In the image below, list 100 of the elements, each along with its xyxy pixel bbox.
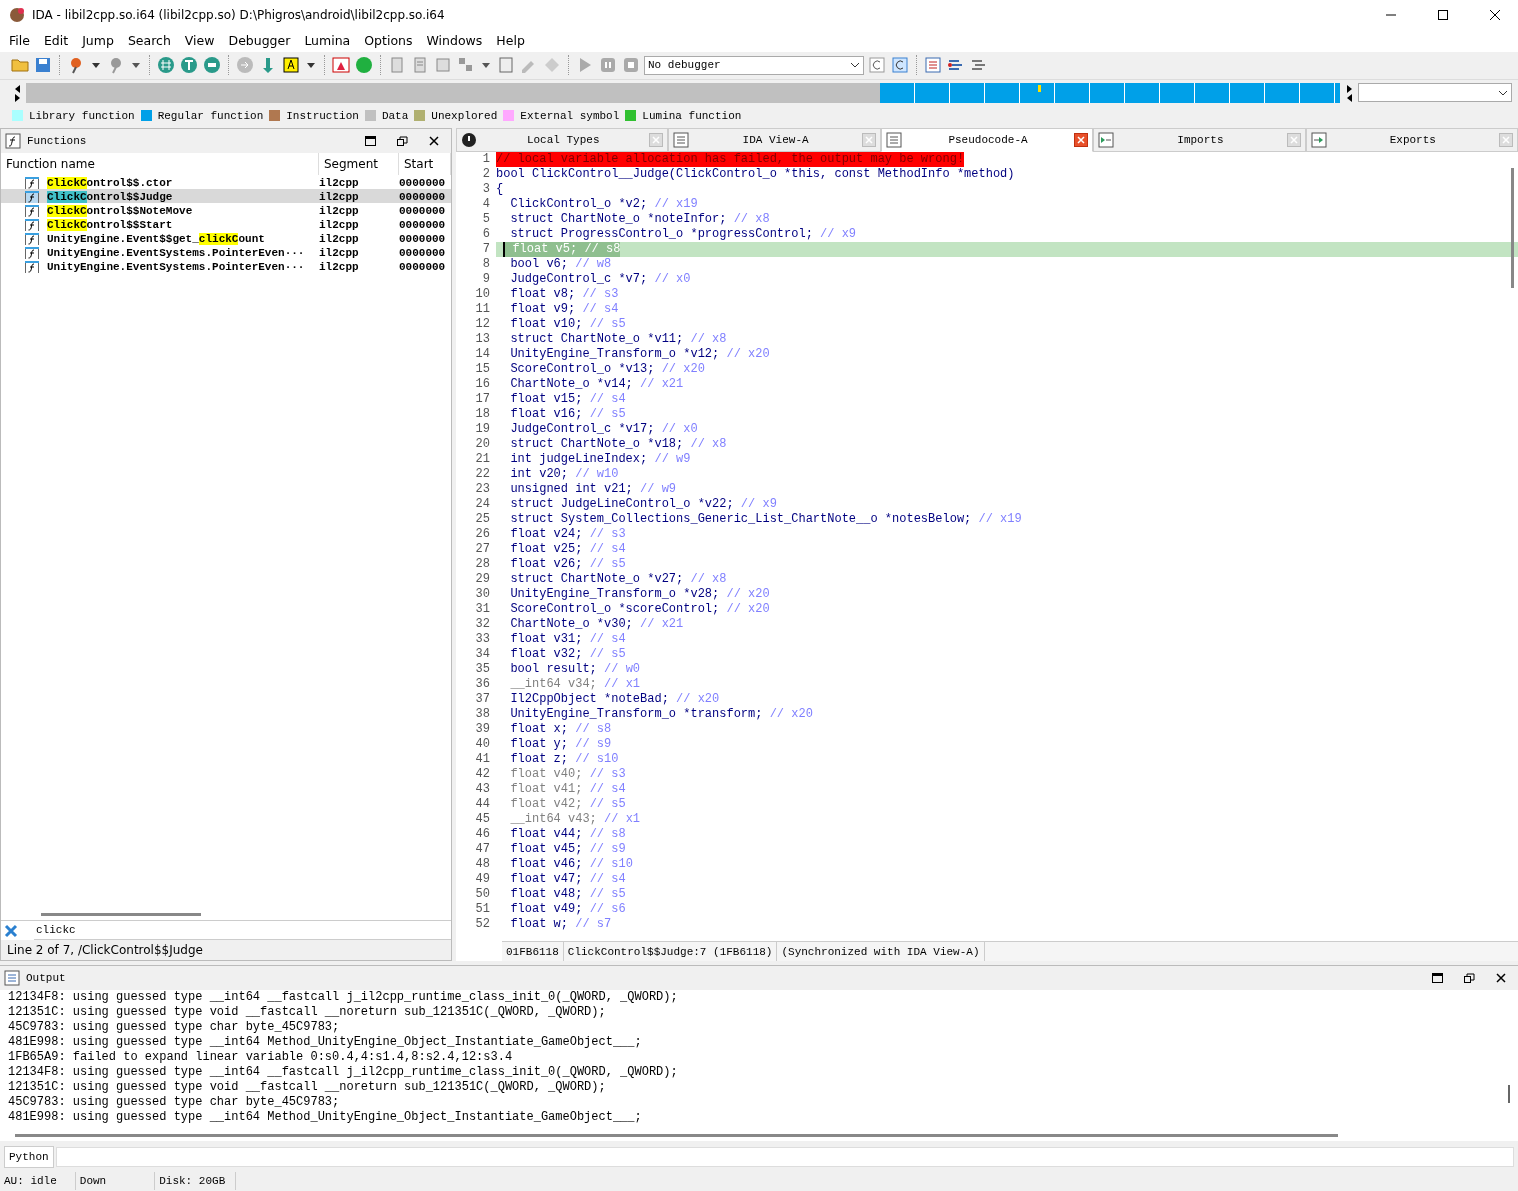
code-line: float x; // s8 — [509, 721, 612, 737]
sync-icon[interactable] — [890, 55, 910, 76]
code-line: float v48; // s5 — [509, 886, 626, 902]
scrollbar[interactable] — [1508, 1085, 1510, 1104]
tab[interactable]: IDA View-A — [668, 127, 881, 152]
close-icon[interactable] — [427, 133, 441, 148]
status-text: 01FB6118 — [502, 942, 564, 962]
code-line: bool v6; // w8 — [509, 256, 612, 272]
list-icon[interactable] — [923, 55, 943, 76]
restore-icon[interactable] — [395, 133, 409, 148]
segment-cell-text: il2cpp — [319, 231, 360, 245]
output-line: 481E998: using guessed type __int64 Method_UnityEngine_Object_Instantiate_GameObject___; — [8, 1035, 642, 1051]
code-line: bool ClickControl__Judge(ClickControl_o *this, const MethodInfo *method) — [496, 166, 1015, 182]
segment-cell-text: il2cpp — [319, 189, 360, 203]
output-line: 12134F8: using guessed type __int64 __fastcall j_il2cpp_runtime_class_init_0(_QWORD, _QWORD); — [8, 1065, 678, 1081]
menu-item[interactable]: Edit — [36, 31, 76, 51]
code-line: int judgeLineIndex; // w9 — [509, 451, 691, 467]
status-text: ClickControl$$Judge:7 (1FB6118) — [563, 942, 778, 962]
ball-icon[interactable] — [354, 55, 374, 76]
output-line: 1FB65A9: failed to expand linear variable 0:s0.4,4:s1.4,8:s2.4,12:s3.4 — [8, 1050, 513, 1066]
language-button[interactable]: Python — [4, 1145, 54, 1169]
start-cell-text: 0000000 — [399, 231, 447, 245]
code-line: float v31; // s4 — [509, 631, 626, 647]
debugger-dropdown[interactable]: No debugger — [644, 55, 864, 75]
status-text: Disk: 20GB — [155, 1172, 237, 1190]
code-line: float v42; // s5 — [509, 796, 626, 812]
scroll-arrows-icon[interactable] — [1344, 82, 1354, 103]
status-text: (Synchronized with IDA View-A) — [777, 942, 985, 962]
scrollbar[interactable] — [1511, 167, 1514, 288]
window-icon[interactable] — [331, 55, 351, 76]
code-line: float v41; // s4 — [509, 781, 626, 797]
hash-circle-icon[interactable] — [156, 55, 176, 76]
code-line: struct ProgressControl_o *progressControl; // x9 — [509, 226, 857, 242]
scrollbar[interactable] — [15, 1134, 1338, 1138]
function-icon — [25, 176, 39, 189]
code-line: float v40; // s3 — [509, 766, 626, 782]
column-header[interactable]: Function name — [1, 152, 319, 175]
code-line: { — [496, 181, 504, 197]
letter-box-icon[interactable] — [281, 55, 301, 76]
tab[interactable]: Pseudocode-A — [880, 127, 1094, 152]
column-header[interactable]: Segment — [319, 152, 399, 175]
column-header[interactable]: Start — [399, 152, 451, 175]
restore-icon[interactable] — [1462, 971, 1476, 986]
text-circle-icon[interactable] — [179, 55, 199, 76]
segment-cell-text: il2cpp — [319, 217, 360, 231]
function-name: ClickControl$$NoteMove — [47, 204, 193, 217]
code-line: JudgeControl_c *v7; // x0 — [509, 271, 691, 287]
start-cell-text: 0000000 — [399, 245, 447, 259]
legend-label: External symbol — [520, 108, 620, 124]
code-line: ScoreControl_o *v13; // x20 — [509, 361, 705, 377]
code-line: float v15; // s4 — [509, 391, 626, 407]
menu-item[interactable]: Options — [357, 31, 420, 51]
scroll-arrows-icon[interactable] — [12, 82, 22, 103]
sync-icon[interactable] — [867, 55, 887, 76]
code-line: float v47; // s4 — [509, 871, 626, 887]
chevron-icon — [850, 61, 860, 70]
function-name: UnityEngine.EventSystems.PointerEven··· — [47, 260, 305, 273]
code-line: ClickControl_o *v2; // x19 — [509, 196, 698, 212]
function-name: ClickControl$$Start — [47, 218, 173, 231]
tab[interactable]: Exports — [1305, 127, 1518, 152]
code-line: float v16; // s5 — [509, 406, 626, 422]
segment-cell-text: il2cpp — [319, 245, 360, 259]
menu-item[interactable]: Lumina — [297, 31, 358, 51]
tab[interactable]: Imports — [1093, 127, 1306, 152]
function-row[interactable]: ClickControl$$Judge il2cpp 0000000 — [1, 188, 451, 203]
legend-label: Instruction — [286, 108, 359, 124]
minimize-icon — [1386, 14, 1396, 16]
code-line: UnityEngine_Transform_o *transform; // x20 — [509, 706, 813, 722]
output-line: 121351C: using guessed type void __fastcall __noreturn sub_121351C(_QWORD, _QWORD); — [8, 1005, 606, 1021]
function-icon — [25, 190, 39, 203]
code-line: ChartNote_o *v14; // x21 — [509, 376, 684, 392]
output-line: 45C9783: using guessed type char byte_45C9783; — [8, 1020, 340, 1036]
function-row[interactable]: UnityEngine.EventSystems.PointerEven··· il2cpp 0000000 — [1, 258, 451, 273]
status-text: AU: idle — [0, 1172, 76, 1190]
code-line: UnityEngine_Transform_o *v12; // x20 — [509, 346, 770, 362]
code-line: float v49; // s6 — [509, 901, 626, 917]
command-field[interactable] — [55, 1147, 1514, 1168]
menu-item[interactable]: Windows — [419, 31, 490, 51]
code-line: struct ChartNote_o *v27; // x8 — [509, 571, 727, 587]
code-line: struct System_Collections_Generic_List_ChartNote__o *notesBelow; // x19 — [509, 511, 1022, 527]
menu-item[interactable]: View — [177, 31, 222, 51]
menu-item[interactable]: Debugger — [221, 31, 298, 51]
function-row[interactable]: ClickControl$$NoteMove il2cpp 0000000 — [1, 202, 451, 217]
scrollbar[interactable] — [41, 913, 201, 917]
tab[interactable]: Local Types — [456, 127, 669, 152]
menu-item[interactable]: Help — [489, 31, 532, 51]
menu-item[interactable]: Jump — [75, 31, 121, 51]
code-line: struct ChartNote_o *v11; // x8 — [509, 331, 727, 347]
chevron-icon — [1498, 88, 1508, 97]
menu-item[interactable]: File — [2, 31, 37, 51]
maximize-icon[interactable] — [1430, 971, 1444, 986]
function-icon — [25, 246, 39, 259]
tab-icon — [673, 131, 690, 148]
code-line: float v45; // s9 — [509, 841, 626, 857]
maximize-icon[interactable] — [363, 133, 377, 148]
output-line: 121351C: using guessed type void __fastcall __noreturn sub_121351C(_QWORD, _QWORD); — [8, 1080, 606, 1096]
menu-item[interactable]: Search — [120, 31, 178, 51]
circle-icon[interactable] — [202, 55, 222, 76]
function-row[interactable]: ClickControl$$Start il2cpp 0000000 — [1, 216, 451, 231]
function-row[interactable]: UnityEngine.EventSystems.PointerEven··· il2cpp 0000000 — [1, 244, 451, 259]
